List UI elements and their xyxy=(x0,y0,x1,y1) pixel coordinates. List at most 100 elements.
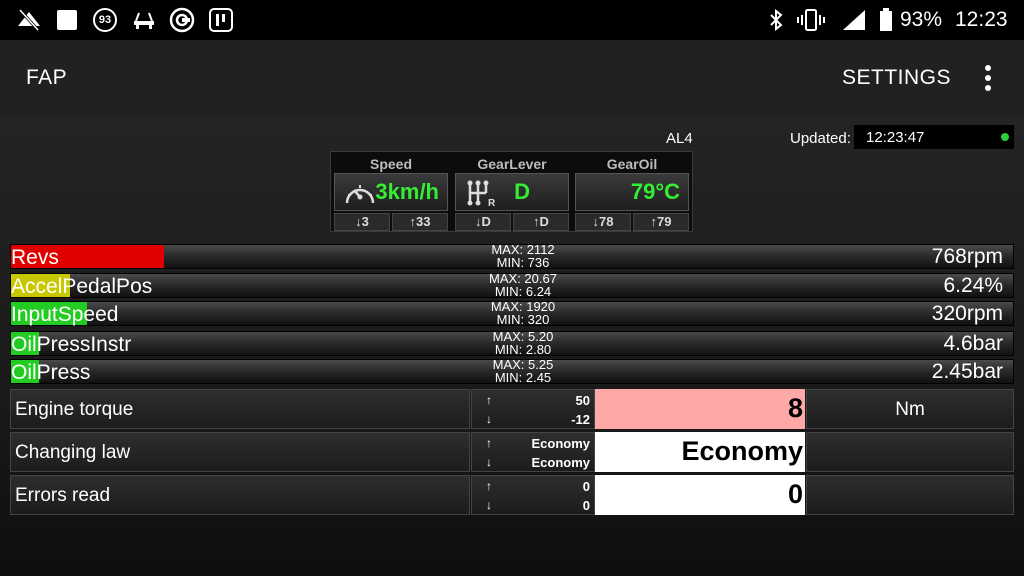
gauge-max: ↑D xyxy=(513,213,569,231)
gauge-title: Speed xyxy=(369,156,412,172)
gear-shift-icon: R xyxy=(467,180,496,207)
row-engine-torque[interactable]: Engine torque ↑ ↓ 50 -12 8 Nm xyxy=(10,389,1014,429)
row-min: 0 xyxy=(582,498,590,513)
bar-min: MIN: 2.45 xyxy=(494,370,552,385)
app-title: FAP xyxy=(26,66,68,89)
row-max: 50 xyxy=(575,393,590,408)
bar-value: 2.45bar xyxy=(931,360,1003,383)
badge-number: 93 xyxy=(93,8,117,32)
gauge-speed[interactable]: Speed 3km/h ↓3 ↑33 xyxy=(331,152,451,233)
bar-revs[interactable]: Revs MAX: 2112 MIN: 736 768rpm xyxy=(10,243,1014,269)
bar-label: AccelPedalPos xyxy=(11,275,153,298)
bar-minmax: MAX: 5.25 MIN: 2.45 xyxy=(471,358,575,384)
gauge-min: ↓78 xyxy=(575,213,631,231)
row-unit-cell xyxy=(806,432,1014,472)
gauge-box: 79°C xyxy=(575,173,689,211)
speedometer-icon xyxy=(345,185,375,204)
row-value-cell: 8 xyxy=(595,389,805,429)
row-minmax-cell: ↑ ↓ 50 -12 xyxy=(471,389,595,429)
updated-time: 12:23:47 xyxy=(866,129,925,146)
bar-label: OilPressInstr xyxy=(11,333,132,356)
row-value: Economy xyxy=(681,436,803,466)
row-max: 0 xyxy=(582,479,590,494)
status-bar: 93 93% 12:23 xyxy=(0,0,1024,40)
up-arrow-icon: ↑ xyxy=(486,436,492,450)
bar-value: 4.6bar xyxy=(943,332,1003,355)
gauge-max: ↑33 xyxy=(392,213,448,231)
row-unit: Nm xyxy=(895,399,925,420)
wifi-off-icon xyxy=(16,7,42,33)
bar-label: InputSpeed xyxy=(11,303,119,326)
row-minmax-cell: ↑ ↓ Economy Economy xyxy=(471,432,595,472)
row-name-cell: Engine torque xyxy=(10,389,470,429)
bar-oil-press[interactable]: OilPress MAX: 5.25 MIN: 2.45 2.45bar xyxy=(10,358,1014,384)
down-arrow-icon: ↓ xyxy=(486,498,492,512)
car-icon xyxy=(131,7,157,33)
down-arrow-icon: ↓ xyxy=(486,412,492,426)
row-unit-cell: Nm xyxy=(806,389,1014,429)
bar-label: Revs xyxy=(11,246,59,269)
row-name: Engine torque xyxy=(15,399,134,420)
row-changing-law[interactable]: Changing law ↑ ↓ Economy Economy Economy xyxy=(10,432,1014,472)
up-arrow-icon: ↑ xyxy=(486,393,492,407)
settings-button[interactable]: SETTINGS xyxy=(842,66,951,90)
row-min: -12 xyxy=(571,412,590,427)
vibrate-icon xyxy=(796,7,826,33)
row-minmax-cell: ↑ ↓ 0 0 xyxy=(471,475,595,515)
row-min: Economy xyxy=(531,455,590,470)
bar-input-speed[interactable]: InputSpeed MAX: 1920 MIN: 320 320rpm xyxy=(10,300,1014,326)
up-arrow-icon: ↑ xyxy=(486,479,492,493)
bar-min: MIN: 320 xyxy=(496,312,550,327)
cortex-app-icon xyxy=(169,7,195,33)
overflow-menu-icon[interactable] xyxy=(978,62,998,94)
row-name-cell: Changing law xyxy=(10,432,470,472)
gauge-gear-oil[interactable]: GearOil 79°C ↓78 ↑79 xyxy=(572,152,692,233)
row-name: Changing law xyxy=(15,442,131,463)
bar-accel-pedal-pos[interactable]: AccelPedalPos MAX: 20.67 MIN: 6.24 6.24% xyxy=(10,272,1014,298)
bar-value: 6.24% xyxy=(943,274,1003,297)
bar-minmax: MAX: 5.20 MIN: 2.80 xyxy=(471,330,575,356)
badge-93-icon: 93 xyxy=(91,7,119,33)
gauge-gear-lever[interactable]: GearLever R D ↓D ↑D xyxy=(452,152,572,233)
bar-oil-press-instr[interactable]: OilPressInstr MAX: 5.20 MIN: 2.80 4.6bar xyxy=(10,330,1014,356)
connection-status-dot xyxy=(1001,133,1009,141)
signal-icon xyxy=(841,7,867,33)
row-max: Economy xyxy=(531,436,590,451)
gauge-box: 3km/h xyxy=(334,173,448,211)
battery-icon xyxy=(878,7,894,33)
row-name: Errors read xyxy=(15,485,111,506)
row-value: 8 xyxy=(787,393,803,423)
row-value-cell: 0 xyxy=(595,475,805,515)
gauge-min: ↓3 xyxy=(334,213,390,231)
gauge-panel: Speed 3km/h ↓3 ↑33 GearLever R D ↓D ↑D G… xyxy=(330,151,693,232)
gauge-box: R D xyxy=(455,173,569,211)
down-arrow-icon: ↓ xyxy=(486,455,492,469)
clock: 12:23 xyxy=(955,8,1008,31)
bar-min: MIN: 6.24 xyxy=(494,284,552,299)
updated-label: Updated: xyxy=(790,130,851,147)
gauge-title: GearOil xyxy=(606,156,658,172)
bar-minmax: MAX: 2112 MIN: 736 xyxy=(471,243,575,269)
gauge-max: ↑79 xyxy=(633,213,689,231)
bar-min: MIN: 2.80 xyxy=(494,342,552,357)
gearbox-code: AL4 xyxy=(666,130,693,147)
bar-min: MIN: 736 xyxy=(496,255,550,270)
updated-box: 12:23:47 xyxy=(854,125,1014,149)
bar-minmax: MAX: 1920 MIN: 320 xyxy=(471,300,575,326)
row-errors-read[interactable]: Errors read ↑ ↓ 0 0 0 xyxy=(10,475,1014,515)
row-value: 0 xyxy=(787,479,803,509)
gauge-value: 3km/h xyxy=(375,179,439,204)
bluetooth-icon xyxy=(766,7,786,33)
gauge-title: GearLever xyxy=(477,156,547,172)
bar-value: 320rpm xyxy=(931,302,1003,325)
row-name-cell: Errors read xyxy=(10,475,470,515)
bar-label: OilPress xyxy=(11,361,91,384)
bar-minmax: MAX: 20.67 MIN: 6.24 xyxy=(471,272,575,298)
gauge-min: ↓D xyxy=(455,213,511,231)
bar-value: 768rpm xyxy=(931,245,1003,268)
mode-icon xyxy=(208,7,234,33)
gauge-value: 79°C xyxy=(630,179,680,204)
app-bar: FAP SETTINGS xyxy=(0,40,1024,116)
svg-text:R: R xyxy=(488,198,496,207)
row-value-cell: Economy xyxy=(595,432,805,472)
